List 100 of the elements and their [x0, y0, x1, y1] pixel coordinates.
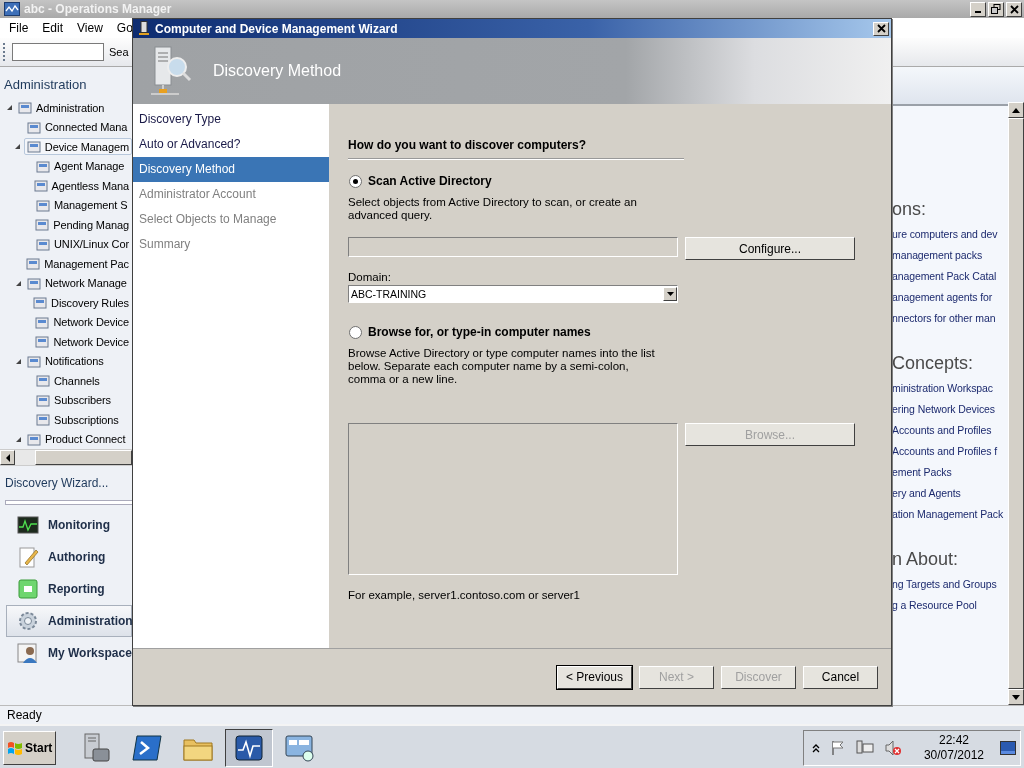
help-link[interactable]: ery and Agents [892, 487, 1008, 508]
expand-arrow-icon[interactable] [14, 435, 22, 443]
minimize-button[interactable] [970, 1, 986, 17]
tree-node-icon [36, 374, 50, 388]
tree-item[interactable]: Device Managem [23, 138, 132, 156]
help-link[interactable]: nnectors for other man [892, 312, 1008, 333]
tree-item[interactable]: Network Manage [24, 274, 130, 292]
tree-item[interactable]: Notifications [24, 352, 107, 370]
network-icon[interactable] [855, 740, 874, 756]
menu-item[interactable]: Edit [35, 21, 71, 35]
wizard-step[interactable]: Summary [133, 232, 329, 257]
tree-item[interactable]: Subscribers [33, 391, 114, 409]
dialog-button[interactable]: < Previous [557, 665, 632, 689]
expand-arrow-icon[interactable] [14, 143, 22, 151]
show-desktop-icon[interactable] [1000, 741, 1016, 755]
workspace-button[interactable]: My Workspace [6, 637, 132, 669]
scroll-down-icon[interactable] [1012, 694, 1020, 700]
tree-item[interactable]: Management S [33, 196, 131, 214]
flag-icon[interactable] [829, 740, 846, 756]
tree-item[interactable]: UNIX/Linux Cor [33, 235, 132, 253]
search-field[interactable] [12, 43, 104, 61]
wizard-step[interactable]: Discovery Type [133, 107, 329, 132]
tree-node-icon [27, 354, 41, 368]
tree-node-icon [35, 315, 50, 329]
dropdown-arrow-icon[interactable] [666, 292, 674, 296]
tree-node-icon [36, 159, 50, 173]
domain-dropdown[interactable]: ABC-TRAINING [348, 285, 678, 303]
tree-item[interactable]: Channels [33, 372, 103, 390]
close-button[interactable] [1006, 1, 1022, 17]
pane-heading: Administration [3, 76, 88, 94]
help-heading: Concepts: [892, 353, 975, 374]
help-link[interactable]: management packs [892, 249, 1008, 270]
workspace-button[interactable]: Authoring [6, 541, 132, 573]
window-title: abc - Operations Manager [24, 2, 173, 16]
help-link[interactable]: ation Management Pack [892, 508, 1008, 529]
vertical-scrollbar[interactable] [1008, 102, 1024, 705]
close-icon [876, 24, 886, 33]
tree-node-icon [35, 218, 50, 232]
start-button[interactable]: Start [3, 731, 57, 765]
task-link[interactable]: Discovery Wizard... [5, 476, 127, 490]
tree-item[interactable]: Agent Manage [33, 157, 128, 175]
tree-item[interactable]: Pending Manag [32, 216, 132, 234]
close-button[interactable] [873, 21, 889, 36]
wizard-step[interactable]: Auto or Advanced? [133, 132, 329, 157]
tree-node-icon [27, 276, 41, 290]
workspace-button[interactable]: Reporting [6, 573, 132, 605]
help-link[interactable]: ng Targets and Groups [892, 578, 1008, 599]
tree-item[interactable]: Management Pac [23, 255, 132, 273]
tree-item[interactable]: Agentless Mana [30, 177, 132, 195]
menu-item[interactable]: View [70, 21, 110, 35]
workspace-button[interactable]: Administration [6, 605, 132, 637]
tree-item[interactable]: Connected Mana [24, 118, 131, 136]
dialog-button[interactable]: Cancel [803, 665, 878, 689]
expand-arrow-icon[interactable] [14, 279, 22, 287]
server-search-icon [149, 45, 193, 97]
workspace-button[interactable]: Monitoring [6, 509, 132, 541]
server-icon [138, 21, 150, 36]
radio-button[interactable] [349, 174, 362, 188]
help-link[interactable]: Accounts and Profiles f [892, 445, 1008, 466]
help-link[interactable]: ure computers and dev [892, 228, 1008, 249]
tree-item[interactable]: Subscriptions [33, 411, 122, 429]
configure-button[interactable]: Configure... [685, 237, 855, 260]
restore-button[interactable] [988, 1, 1004, 17]
option-label: Scan Active Directory [368, 174, 492, 188]
tree-item[interactable]: Network Device [32, 333, 132, 351]
option-description: Select objects from Active Directory to scan, or create an advanced query. [348, 196, 638, 222]
help-link[interactable]: anagement agents for [892, 291, 1008, 312]
toolbar-grip[interactable] [3, 43, 7, 61]
tree-node-icon [27, 432, 41, 446]
tree-node-icon [35, 335, 50, 349]
tree-item[interactable]: Administration [15, 99, 108, 117]
page-title: Discovery Method [213, 62, 342, 80]
menu-item[interactable]: File [2, 21, 36, 35]
search-button[interactable]: Sea [107, 46, 129, 58]
tree-node-icon [33, 179, 48, 193]
field-label: Domain: [348, 271, 392, 283]
tree-item[interactable]: Network Device [32, 313, 132, 331]
tree-node-icon [36, 198, 50, 212]
restore-icon [991, 4, 1001, 14]
speaker-icon[interactable] [883, 740, 902, 756]
help-link[interactable]: ministration Workspac [892, 382, 1008, 403]
taskbar-button[interactable] [225, 729, 274, 767]
help-link[interactable]: anagement Pack Catal [892, 270, 1008, 291]
wizard-step[interactable]: Discovery Method [133, 157, 329, 182]
help-link[interactable]: Accounts and Profiles [892, 424, 1008, 445]
help-link[interactable]: ering Network Devices [892, 403, 1008, 424]
wizard-step[interactable]: Administrator Account [133, 182, 329, 207]
clock-time: 22:42 [938, 733, 969, 748]
expand-arrow-icon[interactable] [5, 104, 13, 112]
tree-item[interactable]: Product Connect [24, 430, 129, 448]
monitor-chart-icon [17, 515, 39, 535]
horizontal-scrollbar[interactable] [0, 449, 132, 466]
tree-node-icon [26, 257, 41, 271]
tree-item[interactable]: Discovery Rules [30, 294, 132, 312]
radio-button[interactable] [349, 325, 362, 339]
chevron-up-icon[interactable] [811, 743, 820, 753]
help-link[interactable]: ement Packs [892, 466, 1008, 487]
scroll-left-icon[interactable] [4, 453, 11, 462]
wizard-step[interactable]: Select Objects to Manage [133, 207, 329, 232]
expand-arrow-icon[interactable] [14, 357, 22, 365]
